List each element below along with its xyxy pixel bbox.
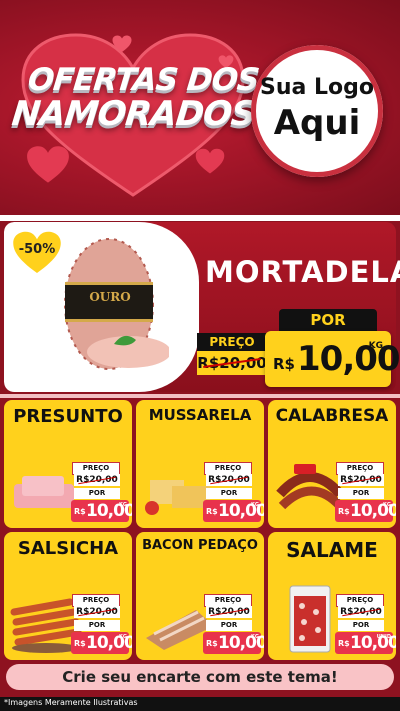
logo-placeholder[interactable]: Sua Logo Aqui — [251, 45, 383, 177]
por-label: POR — [74, 620, 120, 631]
currency-symbol: R$ — [338, 507, 350, 516]
product-name: PRESUNTO — [13, 406, 123, 427]
new-price: R$ 10,00 KG — [71, 500, 132, 522]
por-label: POR — [338, 488, 384, 499]
new-price: R$ 10,00 KG — [203, 500, 264, 522]
header-banner: OFERTAS DOS NAMORADOS Sua Logo Aqui — [0, 0, 400, 215]
featured-old-price-box: PREÇO R$20,00 — [197, 333, 267, 377]
product-card: BACON PEDAÇO PREÇO R$20,00 POR R$ 10,00 KG — [136, 532, 264, 660]
product-name: MUSSARELA — [148, 406, 252, 424]
unit-label: KG — [383, 502, 391, 508]
currency-symbol: R$ — [338, 639, 350, 648]
product-card: PRESUNTO PREÇO R$20,00 POR R$ 10,00 KG — [4, 400, 132, 528]
new-price: R$ 10,00 KG — [335, 500, 396, 522]
currency-symbol: R$ — [206, 507, 218, 516]
discount-text: -50% — [18, 242, 56, 257]
currency-symbol: R$ — [74, 639, 86, 648]
old-price: R$20,00 — [206, 606, 252, 618]
featured-product-name: MORTADELA — [205, 255, 400, 289]
unit-label: KG — [368, 341, 383, 351]
footer: *Imagens Meramente Ilustrativas — [0, 697, 400, 711]
header-title-line1: OFERTAS DOS — [26, 62, 261, 98]
unit-label: KG — [251, 502, 259, 508]
por-label: POR — [74, 488, 120, 499]
discount-badge: -50% — [12, 230, 62, 276]
logo-text-line2: Aqui — [273, 103, 361, 143]
old-price: R$20,00 — [74, 474, 120, 486]
por-label: POR — [206, 488, 252, 499]
currency-symbol: R$ — [74, 507, 86, 516]
currency-symbol: R$ — [206, 639, 218, 648]
small-heart-icon — [195, 148, 225, 174]
product-card: SALAME PREÇO R$20,00 POR R$ 10,00 UNID — [268, 532, 396, 660]
small-heart-icon — [27, 146, 69, 183]
product-name: SALSICHA — [17, 538, 119, 559]
product-card: CALABRESA PREÇO R$20,00 POR R$ 10,00 KG — [268, 400, 396, 528]
new-price: R$ 10,00 UNID — [335, 632, 396, 654]
old-price: R$20,00 — [74, 606, 120, 618]
footer-disclaimer: *Imagens Meramente Ilustrativas — [4, 698, 138, 707]
product-name: SALAME — [286, 538, 378, 562]
small-heart-icon — [112, 35, 132, 52]
featured-por-label: POR — [279, 309, 377, 331]
cta-button[interactable]: Crie seu encarte com este tema! — [6, 664, 394, 690]
product-name: BACON PEDAÇO — [142, 538, 258, 553]
por-label: POR — [206, 620, 252, 631]
unit-label: KG — [119, 634, 127, 640]
unit-label: KG — [119, 502, 127, 508]
divider — [0, 394, 400, 398]
currency-symbol: R$ — [273, 355, 295, 373]
product-card: MUSSARELA PREÇO R$20,00 POR R$ 10,00 KG — [136, 400, 264, 528]
featured-preco-label: PREÇO — [197, 333, 267, 351]
new-price: R$ 10,00 KG — [71, 632, 132, 654]
por-label: POR — [338, 620, 384, 631]
header-title-line2: NAMORADOS — [9, 94, 257, 134]
old-price: R$20,00 — [338, 606, 384, 618]
unit-label: UNID — [376, 634, 391, 640]
old-price: R$20,00 — [206, 474, 252, 486]
product-name: CALABRESA — [275, 406, 389, 426]
featured-new-price: R$ 10,00 KG — [265, 331, 400, 387]
logo-text-line1: Sua Logo — [259, 75, 374, 100]
old-price: R$20,00 — [338, 474, 384, 486]
price-value: 10,00 — [297, 339, 400, 379]
unit-label: KG — [251, 634, 259, 640]
brand-label: OURO — [89, 290, 131, 304]
new-price: R$ 10,00 KG — [203, 632, 264, 654]
mortadela-image-icon — [64, 238, 169, 370]
divider — [0, 215, 400, 221]
product-card: SALSICHA PREÇO R$20,00 POR R$ 10,00 KG — [4, 532, 132, 660]
